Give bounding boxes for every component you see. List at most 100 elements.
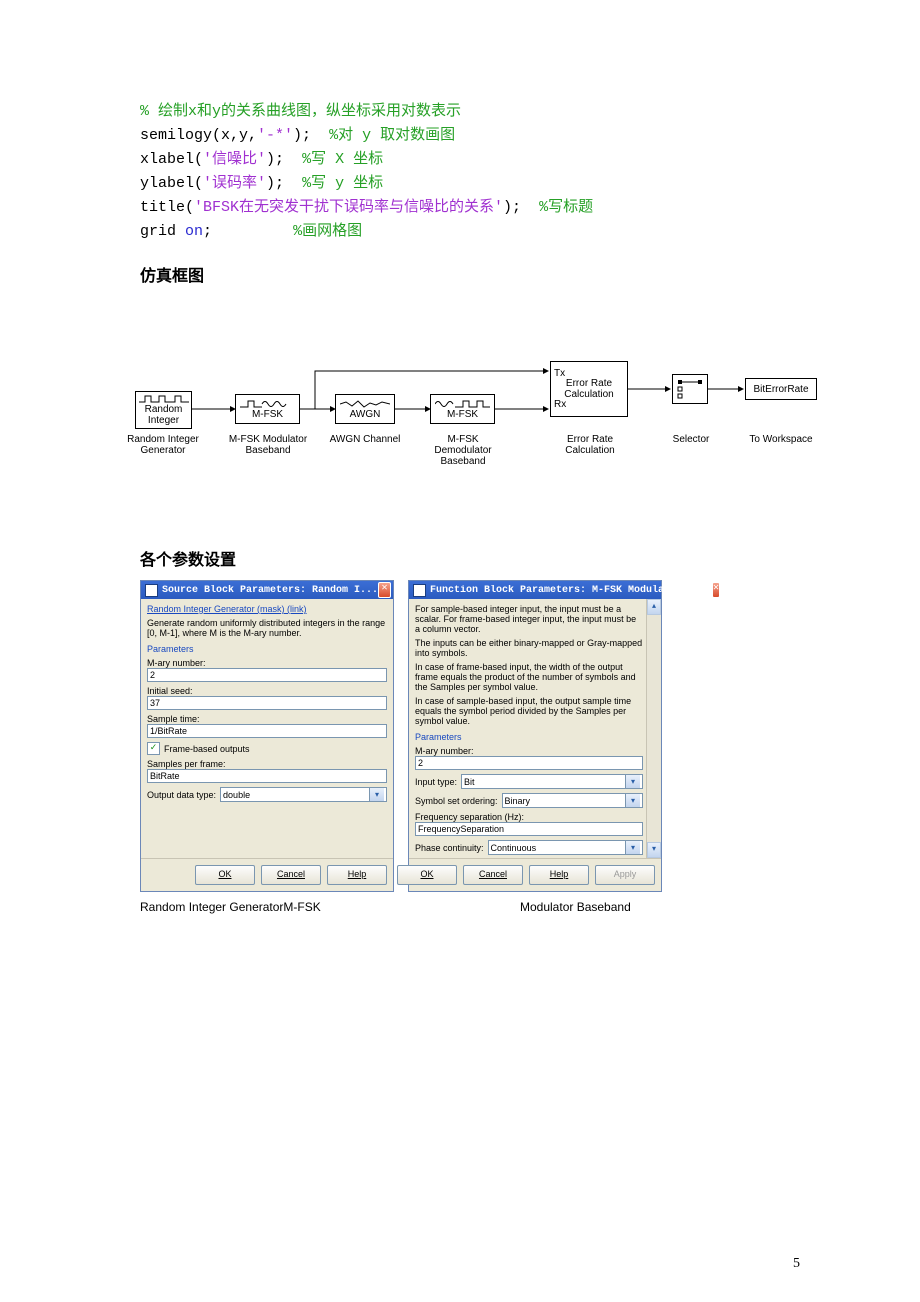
- ok-button[interactable]: OK: [397, 865, 457, 885]
- window-icon: [413, 584, 426, 597]
- select-value: double: [223, 790, 250, 800]
- block-label: M-FSK: [447, 409, 478, 420]
- dialog-titlebar[interactable]: Source Block Parameters: Random I... ✕: [141, 581, 393, 599]
- phase-select[interactable]: Continuous▾: [488, 840, 643, 855]
- block-caption: To Workspace: [736, 434, 826, 445]
- block-selector: [672, 374, 708, 404]
- apply-button[interactable]: Apply: [595, 865, 655, 885]
- block-awgn: AWGN: [335, 394, 395, 424]
- close-button[interactable]: ✕: [712, 582, 720, 598]
- code-text: );: [503, 199, 521, 216]
- mary-input[interactable]: [147, 668, 387, 682]
- checkbox-label: Frame-based outputs: [164, 744, 250, 754]
- scroll-down-icon[interactable]: ▾: [647, 842, 661, 858]
- code-string: 'BFSK在无突发干扰下误码率与信噪比的关系': [194, 199, 503, 216]
- code-string: '-*': [257, 127, 293, 144]
- outtype-label: Output data type:: [147, 790, 216, 800]
- help-button[interactable]: Help: [529, 865, 589, 885]
- dialog-desc: The inputs can be either binary-mapped o…: [415, 638, 643, 658]
- block-label: AWGN: [350, 409, 381, 420]
- select-value: Binary: [505, 796, 531, 806]
- dialog-body: Random Integer Generator (mask) (link) G…: [141, 599, 393, 858]
- help-button[interactable]: Help: [327, 865, 387, 885]
- dialog-description: Generate random uniformly distributed in…: [147, 618, 387, 638]
- code-keyword: on: [185, 223, 203, 240]
- code-comment: %对 y 取对数画图: [329, 127, 455, 144]
- code-text: title(: [140, 199, 194, 216]
- outtype-select[interactable]: double ▾: [220, 787, 387, 802]
- code-comment: %画网格图: [293, 223, 362, 240]
- dialog-button-bar: OK Cancel Help Apply: [409, 858, 661, 891]
- chevron-down-icon: ▾: [625, 841, 640, 854]
- matlab-code-block: % 绘制x和y的关系曲线图，纵坐标采用对数表示 semilogy(x,y,'-*…: [140, 100, 800, 244]
- seed-label: Initial seed:: [147, 686, 387, 696]
- sampletime-label: Sample time:: [147, 714, 387, 724]
- dialog-titlebar[interactable]: Function Block Parameters: M-FSK Modulat…: [409, 581, 661, 599]
- wave-icon: [435, 399, 490, 409]
- params-section-label: Parameters: [147, 644, 387, 654]
- code-text: );: [293, 127, 311, 144]
- dialog-desc: For sample-based integer input, the inpu…: [415, 604, 643, 634]
- selector-icon: [676, 378, 704, 400]
- freqsep-input[interactable]: [415, 822, 643, 836]
- code-comment: %写 X 坐标: [302, 151, 383, 168]
- block-random-integer: Random Integer: [135, 391, 192, 429]
- checkbox-icon: ✓: [147, 742, 160, 755]
- block-caption: M-FSK Modulator Baseband: [223, 434, 313, 456]
- mary-label: M-ary number:: [147, 658, 387, 668]
- block-caption: M-FSK Demodulator Baseband: [418, 434, 508, 467]
- code-string: '信噪比': [203, 151, 266, 168]
- block-label: M-FSK: [252, 409, 283, 420]
- mary-label: M-ary number:: [415, 746, 643, 756]
- scroll-up-icon[interactable]: ▴: [647, 599, 661, 615]
- seed-input[interactable]: [147, 696, 387, 710]
- cancel-button[interactable]: Cancel: [463, 865, 523, 885]
- block-error-rate-calc: Tx Rx Error Rate Calculation: [550, 361, 628, 417]
- mary-input[interactable]: [415, 756, 643, 770]
- dialog-desc: In case of frame-based input, the width …: [415, 662, 643, 692]
- code-text: semilogy(x,y,: [140, 127, 257, 144]
- ok-button[interactable]: OK: [195, 865, 255, 885]
- code-text: );: [266, 175, 284, 192]
- code-comment: %写标题: [539, 199, 593, 216]
- code-text: ;: [203, 223, 212, 240]
- freqsep-label: Frequency separation (Hz):: [415, 812, 643, 822]
- frame-based-checkbox[interactable]: ✓ Frame-based outputs: [147, 742, 387, 755]
- dialog-random-integer: Source Block Parameters: Random I... ✕ R…: [140, 580, 394, 892]
- cancel-button[interactable]: Cancel: [261, 865, 321, 885]
- block-caption: Random Integer Generator: [118, 434, 208, 456]
- dialog-captions: Random Integer GeneratorM-FSK Modulator …: [140, 900, 800, 914]
- dialog-button-bar: OK Cancel Help: [141, 858, 393, 891]
- close-button[interactable]: ✕: [378, 582, 391, 598]
- inputtype-select[interactable]: Bit▾: [461, 774, 643, 789]
- vertical-scrollbar[interactable]: ▴ ▾: [646, 599, 661, 858]
- dialog-title-text: Function Block Parameters: M-FSK Modulat…: [430, 585, 712, 596]
- inputtype-label: Input type:: [415, 777, 457, 787]
- dialog-title-text: Source Block Parameters: Random I...: [162, 585, 378, 596]
- block-label: BitErrorRate: [753, 384, 808, 395]
- page-number: 5: [793, 1256, 800, 1272]
- block-label: Integer: [148, 415, 179, 426]
- symorder-label: Symbol set ordering:: [415, 796, 498, 806]
- heading-sim-diagram: 仿真框图: [140, 262, 800, 286]
- code-text: xlabel(: [140, 151, 203, 168]
- mask-link[interactable]: Random Integer Generator (mask) (link): [147, 604, 387, 614]
- block-mfsk-demod: M-FSK: [430, 394, 495, 424]
- window-icon: [145, 584, 158, 597]
- spf-input[interactable]: [147, 769, 387, 783]
- code-text: );: [266, 151, 284, 168]
- port-label: Rx: [554, 399, 566, 410]
- block-label: Calculation: [564, 389, 613, 400]
- chevron-down-icon: ▾: [369, 788, 384, 801]
- block-label: Error Rate: [566, 378, 612, 389]
- dialog-mfsk-modulator: Function Block Parameters: M-FSK Modulat…: [408, 580, 662, 892]
- block-caption: Selector: [646, 434, 736, 445]
- code-text: ylabel(: [140, 175, 203, 192]
- chevron-down-icon: ▾: [625, 794, 640, 807]
- wave-icon: [139, 394, 189, 404]
- sampletime-input[interactable]: [147, 724, 387, 738]
- dialog-desc: In case of sample-based input, the outpu…: [415, 696, 643, 726]
- symorder-select[interactable]: Binary ▾: [502, 793, 643, 808]
- code-string: '误码率': [203, 175, 266, 192]
- code-comment: %写 y 坐标: [302, 175, 383, 192]
